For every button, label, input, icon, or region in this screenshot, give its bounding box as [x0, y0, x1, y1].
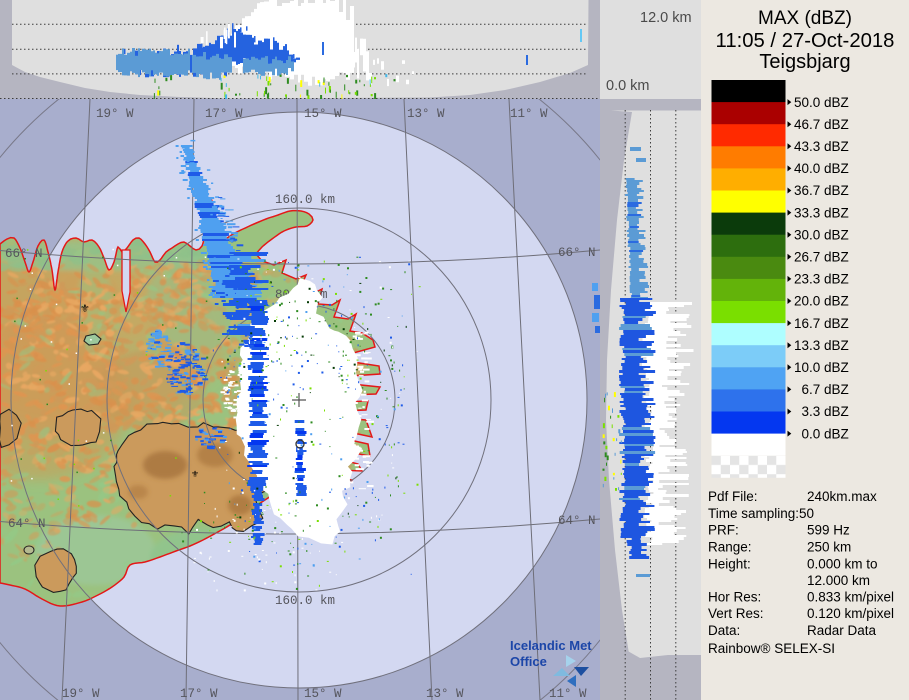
svg-text:Range:: Range:: [708, 540, 752, 555]
svg-text:50.0 dBZ: 50.0 dBZ: [794, 95, 849, 110]
svg-text:11° W: 11° W: [549, 687, 587, 700]
svg-text:Teigsbjarg: Teigsbjarg: [759, 51, 850, 73]
svg-text:MAX (dBZ): MAX (dBZ): [758, 8, 852, 29]
svg-text:66° N: 66° N: [5, 247, 43, 261]
svg-text:12.0 km: 12.0 km: [640, 10, 692, 26]
svg-text:16.7 dBZ: 16.7 dBZ: [794, 316, 849, 331]
svg-text:13° W: 13° W: [426, 687, 464, 700]
svg-text:13.3 dBZ: 13.3 dBZ: [794, 338, 849, 353]
svg-text:20.0 dBZ: 20.0 dBZ: [794, 294, 849, 309]
svg-text:160.0 km: 160.0 km: [275, 193, 335, 207]
svg-text:36.7 dBZ: 36.7 dBZ: [794, 183, 849, 198]
svg-text:11° W: 11° W: [510, 107, 548, 121]
svg-text:Height:: Height:: [708, 557, 751, 572]
svg-text:19° W: 19° W: [62, 687, 100, 700]
svg-text:66° N: 66° N: [558, 246, 596, 260]
svg-text:15° W: 15° W: [304, 687, 342, 700]
svg-text:40.0 dBZ: 40.0 dBZ: [794, 161, 849, 176]
svg-text:0.0 km: 0.0 km: [606, 78, 650, 94]
svg-text:33.3 dBZ: 33.3 dBZ: [794, 205, 849, 220]
svg-text:10.0 dBZ: 10.0 dBZ: [794, 360, 849, 375]
svg-text:240km.max: 240km.max: [807, 489, 877, 504]
svg-text:Rainbow® SELEX-SI: Rainbow® SELEX-SI: [708, 641, 835, 656]
svg-text:15° W: 15° W: [304, 107, 342, 121]
svg-text:160.0 km: 160.0 km: [275, 594, 335, 608]
svg-text:Radar Data: Radar Data: [807, 623, 877, 638]
svg-text:0.833 km/pixel: 0.833 km/pixel: [807, 590, 894, 605]
svg-text:0.000 km to: 0.000 km to: [807, 557, 878, 572]
svg-text:11:05 / 27-Oct-2018: 11:05 / 27-Oct-2018: [716, 30, 895, 52]
svg-text:17° W: 17° W: [180, 687, 218, 700]
svg-text:6.7 dBZ: 6.7 dBZ: [802, 382, 849, 397]
svg-text:Pdf File:: Pdf File:: [708, 489, 758, 504]
svg-text:3.3 dBZ: 3.3 dBZ: [802, 404, 849, 419]
svg-text:23.3 dBZ: 23.3 dBZ: [794, 272, 849, 287]
svg-text:Data:: Data:: [708, 623, 740, 638]
svg-text:43.3 dBZ: 43.3 dBZ: [794, 139, 849, 154]
svg-text:0.0 dBZ: 0.0 dBZ: [802, 426, 849, 441]
svg-text:13° W: 13° W: [407, 107, 445, 121]
svg-text:250 km: 250 km: [807, 540, 851, 555]
svg-text:12.000 km: 12.000 km: [807, 573, 870, 588]
svg-text:⚜: ⚜: [80, 303, 90, 315]
svg-text:Hor Res:: Hor Res:: [708, 590, 761, 605]
svg-text:Vert Res:: Vert Res:: [708, 606, 764, 621]
svg-text:30.0 dBZ: 30.0 dBZ: [794, 227, 849, 242]
svg-text:⚜: ⚜: [191, 469, 199, 479]
svg-text:46.7 dBZ: 46.7 dBZ: [794, 117, 849, 132]
svg-text:Office: Office: [510, 654, 547, 669]
svg-text:Time sampling:50: Time sampling:50: [708, 506, 814, 521]
svg-text:64° N: 64° N: [8, 517, 46, 531]
svg-text:26.7 dBZ: 26.7 dBZ: [794, 250, 849, 265]
svg-text:PRF:: PRF:: [708, 523, 739, 538]
svg-text:Icelandic Met: Icelandic Met: [510, 638, 592, 653]
svg-text:19° W: 19° W: [96, 107, 134, 121]
svg-text:17° W: 17° W: [205, 107, 243, 121]
svg-text:599 Hz: 599 Hz: [807, 523, 850, 538]
svg-text:64° N: 64° N: [558, 514, 596, 528]
svg-text:0.120 km/pixel: 0.120 km/pixel: [807, 606, 894, 621]
